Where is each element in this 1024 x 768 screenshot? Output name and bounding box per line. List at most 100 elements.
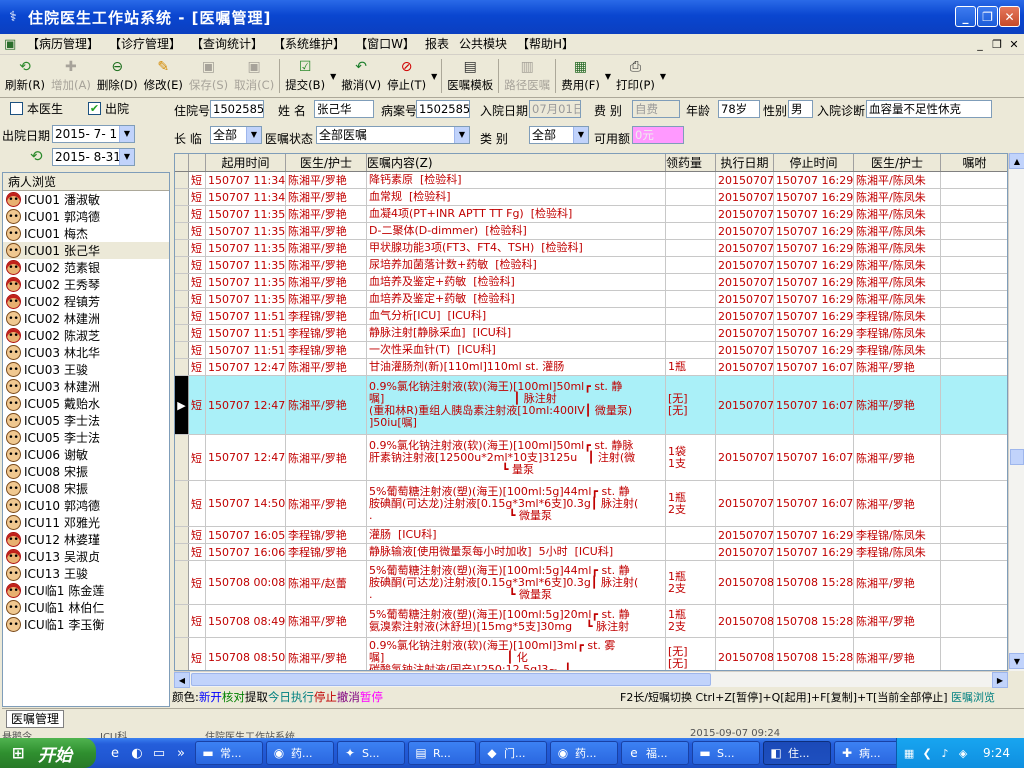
order-row[interactable]: 短 150707 11:35 陈湘平/罗艳 血培养及鉴定+药敏 [检验科] 201507… [175, 274, 1007, 291]
order-row[interactable]: 短 150708 00:08 陈湘平/赵蕾 5%葡萄糖注射液(塑)(海王)[100ml… [175, 561, 1007, 605]
tab-order-management[interactable]: 医嘱管理 [6, 710, 65, 728]
taskbar-button[interactable]: ✦ S... [337, 741, 405, 765]
menu-item-1[interactable]: 【诊疗管理】 [104, 35, 186, 54]
menu-item-5[interactable]: 报表 [420, 35, 454, 54]
row-indicator[interactable] [175, 544, 189, 560]
toolbar-button-10[interactable]: ▥ 路径医嘱 [501, 56, 553, 96]
current-row-icon[interactable]: ▶ [175, 376, 189, 434]
order-row[interactable]: 短 150707 14:50 陈湘平/罗艳 5%葡萄糖注射液(塑)(海王)[100ml… [175, 481, 1007, 527]
order-row[interactable]: 短 150707 11:35 陈湘平/罗艳 尿培养加菌落计数+药敏 [检验科] 2015… [175, 257, 1007, 274]
taskbar-button[interactable]: ◉ 药... [550, 741, 618, 765]
patient-list-item[interactable]: •• ICU05 李士法 [3, 412, 169, 429]
toolbar-button-6[interactable]: ☑ 提交(B) [282, 56, 328, 96]
patient-list-item[interactable]: •• ICU临1 林伯仁 [3, 599, 169, 616]
toolbar-button-7[interactable]: ↶ 撤消(V) [338, 56, 384, 96]
date-to-picker[interactable]: 2015- 8-31 ▼ [52, 148, 135, 166]
patient-list-item[interactable]: •• ICU03 林建洲 [3, 378, 169, 395]
mdi-restore-icon[interactable]: ❐ [989, 38, 1005, 51]
row-indicator[interactable] [175, 605, 189, 637]
order-row[interactable]: 短 150707 12:47 陈湘平/罗艳 甘油灌肠剂(新)[110ml]110ml … [175, 359, 1007, 376]
network-icon[interactable]: ◈ [955, 747, 971, 760]
minimize-button[interactable]: _ [955, 6, 976, 27]
row-indicator[interactable] [175, 240, 189, 256]
order-row[interactable]: 短 150708 08:50 陈湘平/罗艳 0.9%氯化钠注射液(软)(海王)[100… [175, 638, 1007, 670]
balance-field[interactable]: 0元 [632, 126, 684, 144]
patient-list-item[interactable]: •• ICU03 林北华 [3, 344, 169, 361]
media-icon[interactable]: ◐ [126, 742, 148, 764]
menu-item-6[interactable]: 公共模块 [454, 35, 512, 54]
row-indicator[interactable] [175, 172, 189, 188]
patient-list-item[interactable]: •• ICU01 潘淑敏 [3, 191, 169, 208]
start-button[interactable]: ⊞ 开始 [0, 738, 96, 768]
row-indicator[interactable] [175, 435, 189, 480]
taskbar-button[interactable]: ◧ 住... [763, 741, 831, 765]
column-header[interactable]: 起用时间 [206, 154, 286, 171]
patient-list-item[interactable]: •• ICU临1 李玉衡 [3, 616, 169, 633]
taskbar-button[interactable]: ▬ 常... [195, 741, 263, 765]
admit-date-field[interactable]: 07月01日 [529, 100, 581, 118]
tray-collapse-icon[interactable]: ❮ [919, 747, 935, 760]
app-icon[interactable]: ⚕ [4, 8, 22, 26]
expand-icon[interactable]: » [170, 742, 192, 764]
row-indicator[interactable] [175, 291, 189, 307]
order-row[interactable]: 短 150707 11:35 陈湘平/罗艳 血培养及鉴定+药敏 [检验科] 201507… [175, 291, 1007, 308]
toolbar-button-12[interactable]: ⎙ 打印(P) [613, 56, 658, 96]
chevron-down-icon[interactable]: ▼ [119, 149, 134, 165]
order-row[interactable]: 短 150707 16:05 李程锦/罗艳 灌肠 [ICU科] 20150707 1507… [175, 527, 1007, 544]
inpatient-no-field[interactable]: 1502585 [210, 100, 264, 118]
menu-item-2[interactable]: 【查询统计】 [186, 35, 268, 54]
title-bar[interactable]: ⚕ 住院医生工作站系统 - [医嘱管理] _ ❐ ✕ [0, 0, 1024, 34]
patient-list-item[interactable]: •• ICU01 张己华 [3, 242, 169, 259]
patient-list-item[interactable]: •• ICU临1 陈金莲 [3, 582, 169, 599]
order-row[interactable]: 短 150708 08:49 陈湘平/罗艳 5%葡萄糖注射液(塑)(海王)[100ml… [175, 605, 1007, 638]
toolbar-button-9[interactable]: ▤ 医嘱模板 [444, 56, 496, 96]
column-header[interactable]: 停止时间 [774, 154, 854, 171]
order-row[interactable]: 短 150707 11:51 李程锦/罗艳 静脉注射[静脉采血] [ICU科] 2015… [175, 325, 1007, 342]
term-select[interactable]: 全部 ▼ [210, 126, 262, 144]
column-header[interactable]: 领药量 [666, 154, 716, 171]
row-indicator[interactable] [175, 206, 189, 222]
patient-list-item[interactable]: •• ICU08 宋振 [3, 480, 169, 497]
patient-list-item[interactable]: •• ICU11 邓雅光 [3, 514, 169, 531]
order-row[interactable]: ▶ 短 150707 12:47 陈湘平/罗艳 0.9%氯化钠注射液(软)(海王)[10… [175, 376, 1007, 435]
age-field[interactable]: 78岁 [718, 100, 760, 118]
patient-list-item[interactable]: •• ICU05 戴贻水 [3, 395, 169, 412]
desktop-icon[interactable]: ▭ [148, 742, 170, 764]
mdi-close-icon[interactable]: ✕ [1006, 38, 1022, 51]
browse-link[interactable]: 医嘱浏览 [951, 691, 995, 704]
discharged-checkbox[interactable]: ✔ 出院 [88, 100, 129, 117]
refresh-list-icon[interactable]: ⟲ [30, 147, 48, 165]
column-header[interactable]: 医嘱内容(Z) [367, 154, 666, 171]
row-indicator[interactable] [175, 189, 189, 205]
vertical-scrollbar[interactable]: ▲ ▼ [1008, 153, 1024, 671]
horizontal-scrollbar[interactable]: ◀ ▶ [174, 671, 1008, 688]
status-select[interactable]: 全部医嘱 ▼ [316, 126, 470, 144]
date-from-picker[interactable]: 2015- 7- 1 ▼ [52, 125, 135, 143]
sex-field[interactable]: 男 [788, 100, 813, 118]
order-row[interactable]: 短 150707 16:06 李程锦/罗艳 静脉输液[使用微量泵每小时加收] 5小时 … [175, 544, 1007, 561]
close-button[interactable]: ✕ [999, 6, 1020, 27]
row-indicator[interactable] [175, 359, 189, 375]
diagnosis-field[interactable]: 血容量不足性休克 [866, 100, 992, 118]
scroll-thumb[interactable] [1010, 449, 1024, 465]
menu-item-7[interactable]: 【帮助H】 [512, 35, 579, 54]
fee-type-field[interactable]: 自费 [632, 100, 680, 118]
patient-list-item[interactable]: •• ICU02 林建洲 [3, 310, 169, 327]
row-indicator[interactable] [175, 274, 189, 290]
order-row[interactable]: 短 150707 11:34 陈湘平/罗艳 降钙素原 [检验科] 20150707 150… [175, 172, 1007, 189]
case-no-field[interactable]: 1502585 [416, 100, 470, 118]
chevron-down-icon[interactable]: ▼ [573, 127, 588, 143]
taskbar-button[interactable]: e 福... [621, 741, 689, 765]
row-indicator[interactable] [175, 308, 189, 324]
scroll-up-icon[interactable]: ▲ [1009, 153, 1024, 169]
scroll-right-icon[interactable]: ▶ [992, 672, 1008, 688]
patient-list-item[interactable]: •• ICU12 林婆瑾 [3, 531, 169, 548]
toolbar-button-8[interactable]: ⊘ 停止(T) [384, 56, 429, 96]
patient-list-item[interactable]: •• ICU10 郭鸿德 [3, 497, 169, 514]
patient-list-item[interactable]: •• ICU02 陈淑芝 [3, 327, 169, 344]
row-indicator[interactable] [175, 325, 189, 341]
menu-item-3[interactable]: 【系统维护】 [268, 35, 350, 54]
row-indicator[interactable] [175, 527, 189, 543]
patient-list-item[interactable]: •• ICU08 宋振 [3, 463, 169, 480]
orders-grid[interactable]: 起用时间 医生/护士 医嘱内容(Z) 领药量 执行日期 停止时间 医生/护士 嘱咐短 15070… [174, 153, 1008, 671]
